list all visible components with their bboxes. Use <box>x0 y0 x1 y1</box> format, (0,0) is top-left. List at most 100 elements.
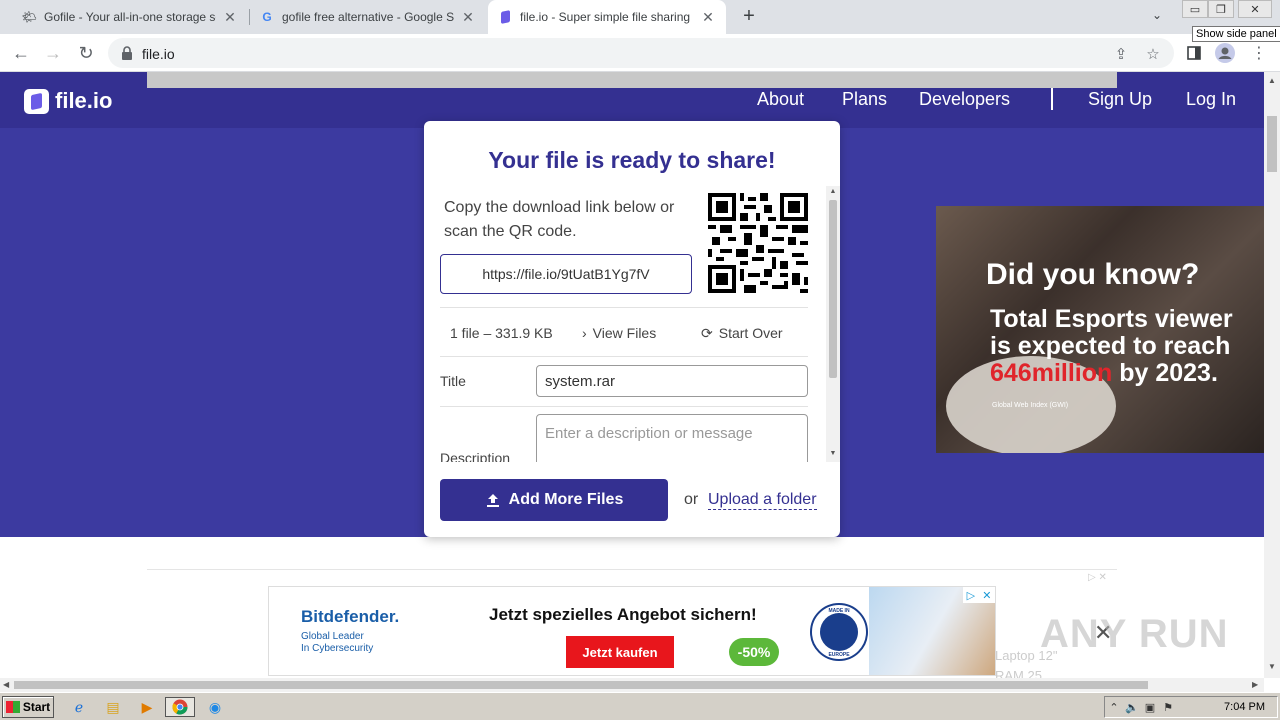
scroll-up-arrow-icon[interactable]: ▲ <box>829 188 837 195</box>
tab-title: file.io - Super simple file sharing <box>520 10 691 24</box>
start-over-link[interactable]: ⟳ Start Over <box>701 325 783 342</box>
ad-line-2: is expected to reach <box>990 332 1231 360</box>
card-title: Your file is ready to share! <box>488 147 776 173</box>
view-files-label: View Files <box>592 325 657 341</box>
internet-explorer-icon[interactable]: ℯ <box>68 697 90 717</box>
nav-about[interactable]: About <box>757 89 804 110</box>
bookmark-star-icon[interactable]: ☆ <box>1144 45 1162 63</box>
view-files-link[interactable]: › View Files <box>582 325 656 341</box>
esports-ad[interactable]: Did you know? Total Esports viewer is ex… <box>936 206 1264 453</box>
side-panel-icon[interactable] <box>1183 42 1205 64</box>
scroll-up-arrow-icon[interactable]: ▲ <box>1268 76 1276 85</box>
title-label: Title <box>440 373 466 389</box>
tab-google-search[interactable]: G gofile free alternative - Google Such … <box>250 0 486 34</box>
chrome-icon[interactable] <box>165 697 195 717</box>
nav-divider <box>1051 88 1053 110</box>
nav-log-in[interactable]: Log In <box>1186 89 1236 110</box>
reload-icon[interactable]: ↻ <box>75 42 97 64</box>
start-over-label: Start Over <box>718 325 783 341</box>
windows-taskbar: Start ℯ ▤ ▶ ◉ ⌃ 🔈 ▣ ⚑ 7:04 PM <box>0 692 1280 720</box>
close-tab-icon[interactable]: ✕ <box>222 9 238 25</box>
scroll-down-arrow-icon[interactable]: ▼ <box>1268 662 1276 671</box>
card-scroll-area[interactable]: Copy the download link below or scan the… <box>424 186 840 462</box>
bitdefender-logo: Bitdefender. <box>301 607 400 626</box>
bitdefender-banner-ad[interactable]: Bitdefender. Global Leader In Cybersecur… <box>268 586 996 676</box>
url-text: file.io <box>142 46 175 62</box>
volume-icon[interactable]: 🔈 <box>1123 701 1141 714</box>
qr-code <box>708 193 808 293</box>
divider <box>440 307 808 308</box>
adchoices-icon[interactable]: ▷ ✕ <box>963 587 995 603</box>
anyrun-watermark: ANY RUN <box>1040 612 1229 656</box>
divider <box>440 406 808 407</box>
page-scrollbar-thumb[interactable] <box>1267 116 1277 172</box>
forward-arrow-icon[interactable]: → <box>42 42 64 64</box>
profile-avatar-icon[interactable] <box>1214 42 1236 64</box>
tab-title: Gofile - Your all-in-one storage soluti <box>44 10 216 24</box>
page-vertical-scrollbar[interactable]: ▲ ▼ <box>1264 72 1280 678</box>
browser-menu-icon[interactable]: ⋮ <box>1248 42 1270 64</box>
close-window-icon[interactable]: ✕ <box>1238 0 1272 18</box>
clock[interactable]: 7:04 PM <box>1224 701 1265 713</box>
card-scrollbar[interactable]: ▲ ▼ <box>826 186 840 462</box>
file-info: 1 file – 331.9 KB <box>450 325 553 341</box>
browser-toolbar: ← → ↻ file.io ⇪ ☆ ⋮ <box>0 34 1280 72</box>
scroll-right-arrow-icon[interactable]: ▶ <box>1252 680 1258 689</box>
divider <box>147 569 1117 570</box>
upload-icon <box>486 494 499 507</box>
media-player-icon[interactable]: ▶ <box>136 697 158 717</box>
tab-title: gofile free alternative - Google Such <box>282 10 454 24</box>
share-icon[interactable]: ⇪ <box>1112 45 1130 63</box>
tagline-line-2: In Cybersecurity <box>301 643 374 654</box>
adchoices-marker-icon[interactable]: ▷ ✕ <box>1088 572 1107 583</box>
file-explorer-icon[interactable]: ▤ <box>102 697 124 717</box>
tab-search-chevron-icon[interactable]: ⌄ <box>1152 8 1162 22</box>
close-tab-icon[interactable]: ✕ <box>700 9 716 25</box>
divider <box>440 356 808 357</box>
page-horizontal-scrollbar[interactable]: ◀ ▶ <box>0 678 1264 692</box>
page-hscroll-thumb[interactable] <box>14 681 1148 689</box>
minimize-icon[interactable]: ▭ <box>1182 0 1208 18</box>
copy-instructions: Copy the download link below or scan the… <box>444 199 675 240</box>
gofile-icon: 🌤 <box>21 10 37 24</box>
scroll-down-arrow-icon[interactable]: ▼ <box>829 450 837 457</box>
ad-line-1: Total Esports viewer <box>990 305 1233 333</box>
start-button[interactable]: Start <box>2 696 54 718</box>
lock-icon <box>122 46 132 60</box>
scroll-left-arrow-icon[interactable]: ◀ <box>3 680 9 689</box>
restore-icon[interactable]: ❐ <box>1208 0 1234 18</box>
ghost-line-2: RAM 25 <box>995 668 1042 678</box>
edge-icon[interactable]: ◉ <box>204 697 226 717</box>
description-input[interactable]: Enter a description or message <box>536 414 808 462</box>
nav-sign-up[interactable]: Sign Up <box>1088 89 1152 110</box>
new-tab-button[interactable]: + <box>738 5 760 27</box>
buy-now-button[interactable]: Jetzt kaufen <box>566 636 674 668</box>
google-icon: G <box>262 10 272 24</box>
title-input[interactable] <box>536 365 808 397</box>
ad-line-3: 646million by 2023. <box>990 360 1233 387</box>
add-more-files-button[interactable]: Add More Files <box>440 479 668 521</box>
made-in-europe-seal: MADE IN EUROPE <box>810 603 868 661</box>
tab-gofile[interactable]: 🌤 Gofile - Your all-in-one storage solut… <box>12 0 248 34</box>
tray-expand-icon[interactable]: ⌃ <box>1105 701 1123 714</box>
back-arrow-icon[interactable]: ← <box>10 42 32 64</box>
logo-text: file.io <box>55 88 113 113</box>
site-logo[interactable]: file.io <box>24 88 112 114</box>
eu-stars-icon <box>820 613 858 651</box>
scrollbar-thumb[interactable] <box>829 200 837 378</box>
tab-fileio[interactable]: file.io - Super simple file sharing ✕ <box>488 0 726 34</box>
tab-strip: 🌤 Gofile - Your all-in-one storage solut… <box>0 0 1280 34</box>
action-center-flag-icon[interactable]: ⚑ <box>1159 701 1177 714</box>
address-bar[interactable]: file.io ⇪ ☆ <box>108 38 1174 68</box>
page-viewport: file.io About Plans Developers Sign Up L… <box>0 72 1264 678</box>
nav-plans[interactable]: Plans <box>842 89 887 110</box>
ad-body: Total Esports viewer is expected to reac… <box>990 306 1233 387</box>
start-label: Start <box>22 700 51 714</box>
network-icon[interactable]: ▣ <box>1141 701 1159 714</box>
download-link-field[interactable]: https://file.io/9tUatB1Yg7fV <box>440 254 692 294</box>
bitdefender-tagline: Global Leader In Cybersecurity <box>301 631 373 655</box>
close-tab-icon[interactable]: ✕ <box>460 9 476 25</box>
discount-badge: -50% <box>729 638 779 666</box>
upload-folder-link[interactable]: Upload a folder <box>708 491 817 510</box>
nav-developers[interactable]: Developers <box>919 89 1010 110</box>
